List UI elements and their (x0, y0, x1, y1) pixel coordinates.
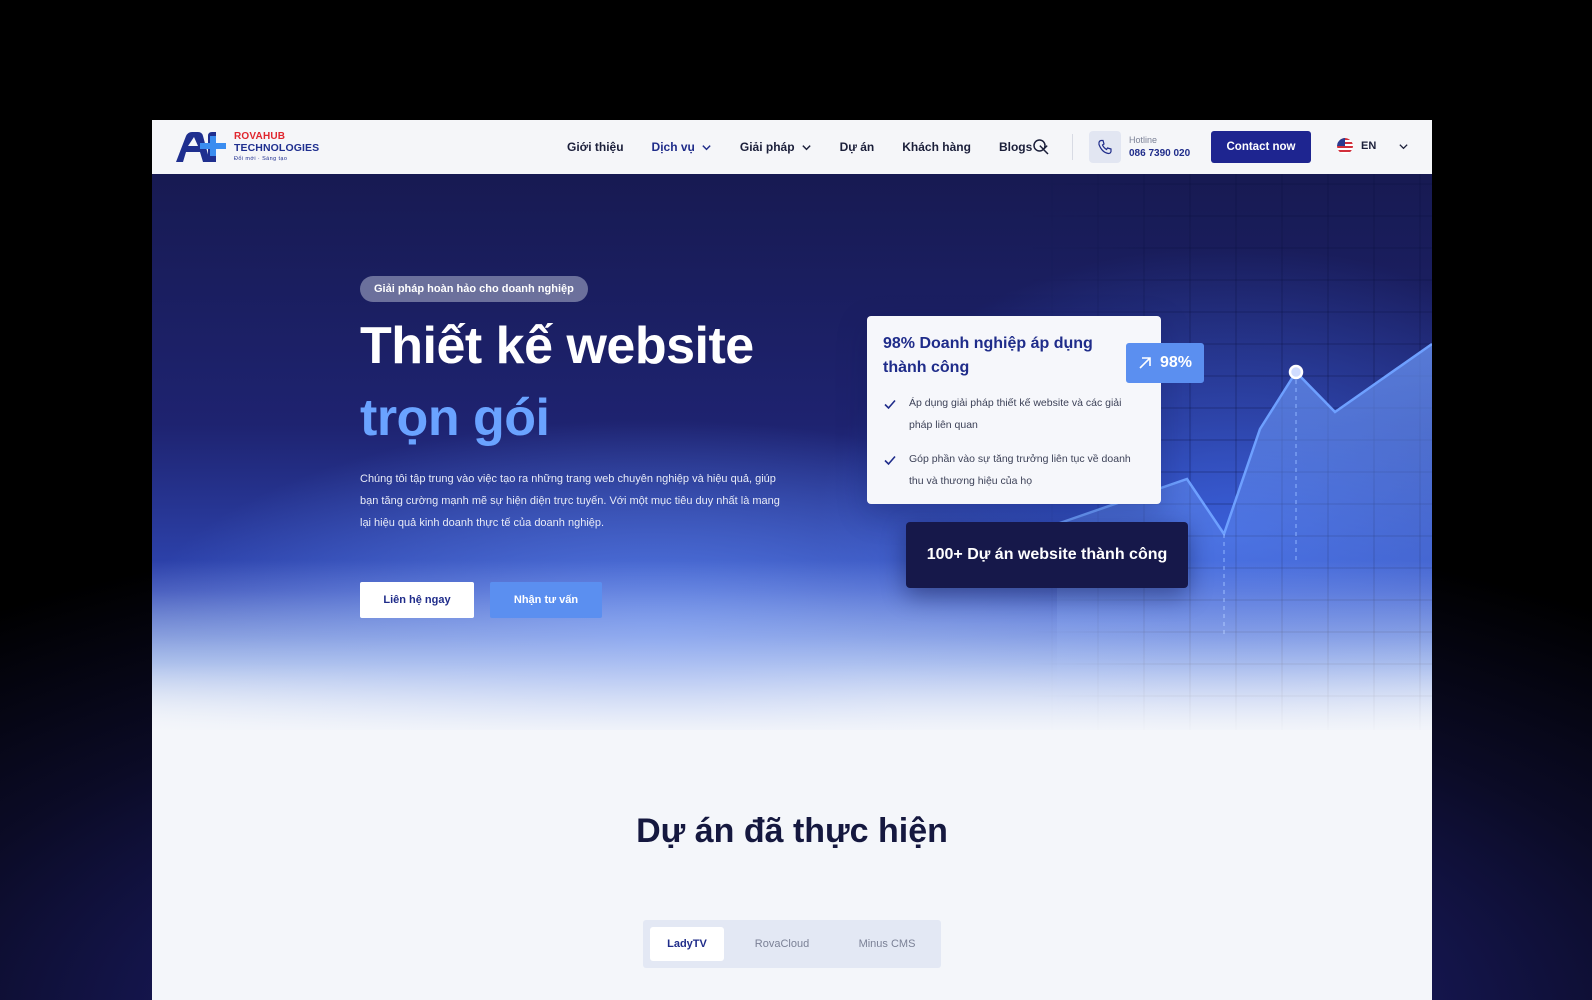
logo-line-2: TECHNOLOGIES (234, 142, 320, 154)
hero-fade (152, 560, 1432, 730)
hero-title-line-2: trọn gói (360, 389, 550, 447)
browser-page: ROVAHUB TECHNOLOGIES Đổi mới · Sáng tạo … (152, 120, 1432, 1000)
tab-rovacloud[interactable]: RovaCloud (724, 927, 840, 961)
nav-item-du-an[interactable]: Dự án (840, 140, 875, 154)
projects-count-card: 100+ Dự án website thành công (906, 522, 1188, 588)
benefit-text: Góp phần vào sự tăng trưởng liên tục về … (909, 453, 1131, 487)
list-item: Góp phần vào sự tăng trưởng liên tục về … (883, 448, 1145, 492)
success-rate-card: 98% Doanh nghiệp áp dụng thành công Áp d… (867, 316, 1161, 504)
benefit-text: Áp dụng giải pháp thiết kế website và cá… (909, 397, 1122, 431)
main-nav: Giới thiệu Dịch vụ Giải pháp Dự án Khách… (567, 120, 1077, 174)
hero-section: Giải pháp hoàn hảo cho doanh nghiệp Thiế… (152, 174, 1432, 730)
header-divider (1072, 134, 1073, 160)
us-flag-icon (1337, 138, 1353, 154)
check-icon (884, 455, 896, 466)
brand-logo[interactable]: ROVAHUB TECHNOLOGIES Đổi mới · Sáng tạo (172, 128, 324, 166)
list-item: Áp dụng giải pháp thiết kế website và cá… (883, 392, 1145, 436)
logo-line-1: ROVAHUB (234, 131, 286, 142)
nav-label: Giới thiệu (567, 140, 624, 154)
hotline-label: Hotline (1129, 135, 1158, 145)
projects-tabs: LadyTV RovaCloud Minus CMS (643, 920, 941, 968)
growth-badge-value: 98% (1159, 354, 1193, 371)
chevron-down-icon (702, 144, 711, 150)
hero-tag-pill: Giải pháp hoàn hảo cho doanh nghiệp (360, 276, 588, 302)
language-selector[interactable]: EN (1337, 138, 1409, 154)
chevron-down-icon (801, 144, 811, 150)
rovahub-logo-icon (176, 132, 226, 162)
nav-item-giai-phap[interactable]: Giải pháp (740, 140, 812, 154)
search-icon[interactable] (1032, 138, 1050, 156)
nav-item-gioi-thieu[interactable]: Giới thiệu (567, 140, 624, 154)
get-consultation-button[interactable]: Nhận tư vấn (490, 582, 602, 618)
contact-now-button[interactable]: Contact now (1211, 131, 1311, 163)
tab-ladytv[interactable]: LadyTV (650, 927, 724, 961)
site-header: ROVAHUB TECHNOLOGIES Đổi mới · Sáng tạo … (152, 120, 1432, 174)
nav-label: Khách hàng (902, 140, 971, 154)
hotline[interactable]: Hotline 086 7390 020 (1089, 131, 1190, 163)
chart-point (1288, 364, 1304, 380)
chevron-down-icon (1399, 143, 1408, 149)
projects-section-title: Dự án đã thực hiện (636, 812, 948, 850)
hotline-number[interactable]: 086 7390 020 (1129, 148, 1190, 159)
growth-badge: 98% (1126, 343, 1204, 383)
language-code: EN (1361, 140, 1377, 152)
nav-label: Giải pháp (739, 140, 795, 154)
contact-us-button[interactable]: Liên hệ ngay (360, 582, 474, 618)
tab-minus-cms[interactable]: Minus CMS (840, 927, 934, 961)
success-rate-title: 98% Doanh nghiệp áp dụng thành công (883, 335, 1093, 376)
check-icon (884, 399, 896, 410)
phone-icon (1089, 131, 1121, 163)
logo-tagline: Đổi mới · Sáng tạo (234, 155, 288, 162)
hero-title-line-1: Thiết kế website (360, 317, 754, 375)
arrow-up-right-icon (1139, 357, 1151, 369)
nav-label: Blogs (998, 140, 1033, 154)
nav-label: Dự án (839, 140, 875, 154)
nav-label: Dịch vụ (651, 140, 695, 154)
nav-item-khach-hang[interactable]: Khách hàng (902, 140, 971, 154)
hero-description: Chúng tôi tập trung vào việc tạo ra nhữn… (360, 473, 780, 529)
nav-item-dich-vu[interactable]: Dịch vụ (652, 140, 712, 154)
